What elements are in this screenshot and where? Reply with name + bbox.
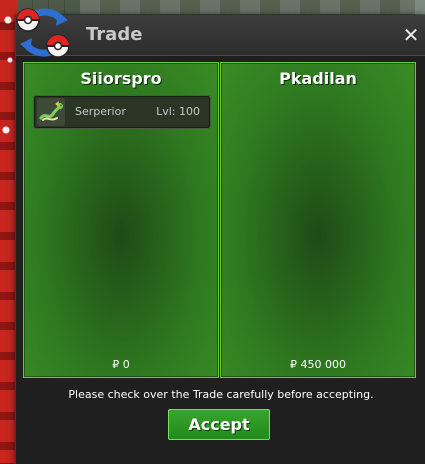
trainer-name-right: Pkadilan	[279, 69, 357, 88]
trade-swap-pokeballs-icon	[16, 8, 70, 58]
trade-window: Trade ✕ Siiorspro Serperior Lvl: 100 ₽ 0…	[15, 8, 425, 464]
backdrop-top-edge	[80, 0, 425, 14]
serperior-icon	[37, 98, 65, 126]
trade-warning-text: Please check over the Trade carefully be…	[68, 388, 374, 401]
pokemon-name: Serperior	[75, 105, 126, 118]
close-button[interactable]: ✕	[400, 24, 422, 46]
trade-panel-left: Siiorspro Serperior Lvl: 100 ₽ 0	[23, 62, 219, 378]
accept-button[interactable]: Accept	[168, 409, 270, 440]
pokemon-level: Lvl: 100	[156, 105, 200, 118]
close-icon: ✕	[402, 23, 420, 47]
trainer-name-left: Siiorspro	[80, 69, 162, 88]
trade-panel-right: Pkadilan ₽ 450 000	[220, 62, 416, 378]
money-amount-right: ₽ 450 000	[290, 358, 346, 371]
trade-item-row[interactable]: Serperior Lvl: 100	[33, 95, 211, 129]
money-amount-left: ₽ 0	[112, 358, 130, 371]
window-title: Trade	[86, 24, 143, 45]
